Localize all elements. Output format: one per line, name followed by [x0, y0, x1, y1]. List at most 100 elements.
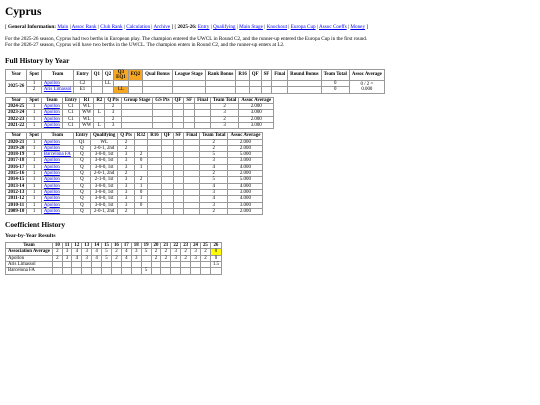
entry-cell: Q [72, 207, 92, 216]
nav-link-knockout[interactable]: Knockout [267, 24, 287, 30]
coeff-cell [209, 267, 223, 275]
table-row: 2021-22 1 Apollon C1 WW L 3 3 3.000 [4, 121, 275, 130]
column-header: Rank Bonus [204, 68, 237, 82]
team-link[interactable]: Apollon [44, 171, 60, 176]
team-link[interactable]: Apollon [44, 146, 60, 151]
team-link[interactable]: Apollon [44, 110, 60, 115]
team-link[interactable]: Apollon [44, 158, 60, 163]
team-link[interactable]: Apollon [44, 196, 60, 201]
nav-bar: [ General Information: Main | Assoc Rank… [5, 24, 369, 30]
column-header: GS Pts [152, 96, 173, 105]
coeff-cell [130, 267, 142, 275]
coeff-cell: 5 [140, 267, 152, 275]
row-label: Barcelona FA [5, 267, 53, 275]
column-header: Q3 EQ1 [113, 68, 129, 82]
result-cell [171, 86, 206, 94]
team-link[interactable]: Apollon [44, 209, 60, 214]
team-link[interactable]: Apollon [44, 203, 60, 208]
year-label: 2017-18 [8, 158, 25, 164]
year-cell: 2017-18 [4, 157, 28, 165]
year-cell: 2011-12 [4, 195, 28, 203]
nav-link-europa-cup[interactable]: Europa Cup [291, 24, 316, 30]
nav-link-qualifying[interactable]: Qualifying [213, 24, 235, 30]
coefficient-heading: Coefficient History [5, 220, 66, 230]
year-label: 2014-15 [8, 177, 25, 183]
team-link[interactable]: Apollon [44, 140, 60, 145]
team-link[interactable]: Apollon [44, 104, 60, 109]
result-cell [204, 86, 237, 94]
champions-league-table: Year Spot Team Entry R1 R2 Q Pts Group Stage GS … [4, 96, 275, 130]
spot-cell: 2 [26, 86, 42, 94]
qualifying-cell: 2-0-1, 2nd [89, 144, 119, 153]
year-cell: 2018-19 [4, 151, 28, 159]
year-cell: 2014-15 [4, 176, 28, 184]
team-link[interactable]: Apollon [44, 177, 60, 182]
coeff-cell [91, 267, 103, 275]
year-label: 2015-16 [8, 171, 25, 177]
team-link[interactable]: Barcelona FA [44, 152, 71, 157]
column-header: Team [40, 68, 75, 82]
assoc-average-cell: 2.000 [227, 207, 264, 216]
column-header: Entry [61, 96, 81, 105]
team-total-cell: 2 [199, 207, 229, 216]
assoc-average-cell: 0 / 2 = 0.000 [348, 80, 385, 94]
column-header: EQ2 [127, 68, 144, 82]
season-label: 2025-26: [177, 24, 197, 30]
page-title: Cyprus [5, 6, 42, 18]
current-season-table: Year Spot Team Entry Q1 Q2 Q3 EQ1 EQ2 Qual Bonus L… [4, 68, 385, 94]
entry-cell: E1 [73, 86, 92, 94]
result-cell [127, 86, 144, 94]
team-link[interactable]: Apollon [44, 184, 60, 189]
column-header: Q1 [90, 68, 103, 82]
year-label: 2016-17 [8, 164, 25, 170]
team-cell: Apollon [40, 207, 74, 216]
team-link[interactable]: Aris Limassol [44, 87, 72, 92]
column-header: Entry [73, 68, 92, 82]
nav-link-club-rank[interactable]: Club Rank [100, 24, 122, 30]
year-cell: 2024-25 [4, 103, 28, 111]
qualifying-cell: 3-0-0, 1st [89, 188, 119, 197]
coeff-cell [110, 267, 122, 275]
column-header: QF [248, 68, 262, 82]
nav-link-main-stage[interactable]: Main Stage [239, 24, 263, 30]
team-link[interactable]: Apollon [44, 117, 60, 122]
table-row: 2009-10 1 Apollon Q 2-0-1, 2nd 2 2 2.000 [4, 207, 264, 216]
nav-link-assoc-rank[interactable]: Assoc Rank [72, 24, 97, 30]
result-cell [271, 86, 289, 94]
nav-link-assoc-coeffs[interactable]: Assoc Coeffs [319, 24, 347, 30]
year-label: 2009-10 [8, 208, 25, 214]
team-total-cell: 3 [209, 121, 240, 130]
result-cell [142, 86, 173, 94]
nav-link-calculation[interactable]: Calculation [126, 24, 150, 30]
result-cell [120, 121, 154, 130]
nav-link-entry[interactable]: Entry [198, 24, 210, 30]
coeff-cell [180, 267, 192, 275]
team-cell: Apollon [40, 103, 63, 111]
nav-link-money[interactable]: Money [350, 24, 365, 30]
result-cell [183, 207, 201, 216]
spot-cell: 1 [26, 121, 42, 130]
result-cell [172, 207, 185, 216]
r32-cell [133, 207, 149, 216]
row-label: Association Average [5, 248, 53, 256]
team-link[interactable]: Apollon [44, 123, 60, 128]
qualifying-cell: 2-0-1, 2nd [89, 207, 119, 216]
team-link[interactable]: Apollon [44, 81, 60, 86]
result-cell [160, 207, 174, 216]
year-cell: 2016-17 [4, 163, 28, 172]
year-by-year-heading: Year-by-Year Results [5, 233, 56, 240]
year-cell: 2020-21 [4, 138, 28, 146]
coeff-cell [51, 267, 63, 275]
nav-link-archive[interactable]: Archive [153, 24, 170, 30]
column-header: R16 [235, 68, 250, 82]
team-link[interactable]: Apollon [44, 165, 60, 170]
coeff-cell [81, 267, 93, 275]
team-link[interactable]: Apollon [44, 190, 60, 195]
womens-cup-table: Year Spot Team Entry Qualifying Q Pts R32 R16 QF… [4, 132, 264, 216]
result-cell [152, 121, 173, 130]
coeff-cell [120, 267, 132, 275]
year-cell: 2009-10 [4, 207, 28, 216]
nav-link-main[interactable]: Main [57, 24, 68, 30]
coefficient-table: Team 10 11 12 13 14 15 16 17 18 19 20 21 22 23 24 25 26 A… [5, 242, 223, 275]
column-header: SF [260, 68, 273, 82]
